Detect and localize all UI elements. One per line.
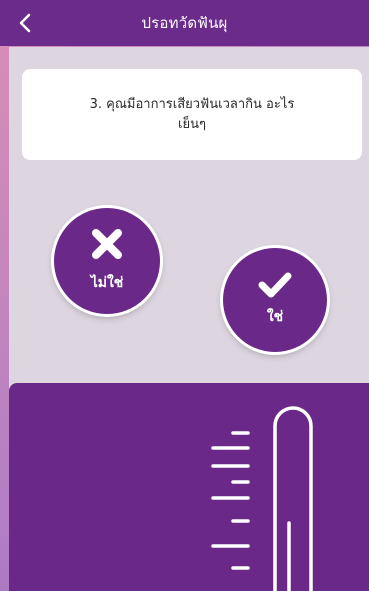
x-icon: [92, 229, 122, 259]
no-button[interactable]: ไม่ใช่: [54, 208, 160, 314]
thermometer-icon: [211, 406, 313, 591]
question-text: 3. คุณมีอาการเสียวฟันเวลากิน อะไรเย็นๆ: [89, 96, 295, 132]
yes-button[interactable]: ใช่: [223, 248, 327, 352]
question-card: 3. คุณมีอาการเสียวฟันเวลากิน อะไรเย็นๆ: [22, 69, 362, 160]
app-header: ปรอทวัดฟันผุ: [0, 0, 369, 46]
back-button[interactable]: [16, 11, 36, 35]
chevron-left-icon: [19, 13, 31, 33]
yes-label: ใช่: [266, 309, 284, 325]
page-title: ปรอทวัดฟันผุ: [141, 14, 228, 32]
check-icon: [258, 272, 292, 298]
no-label: ไม่ใช่: [90, 275, 124, 291]
